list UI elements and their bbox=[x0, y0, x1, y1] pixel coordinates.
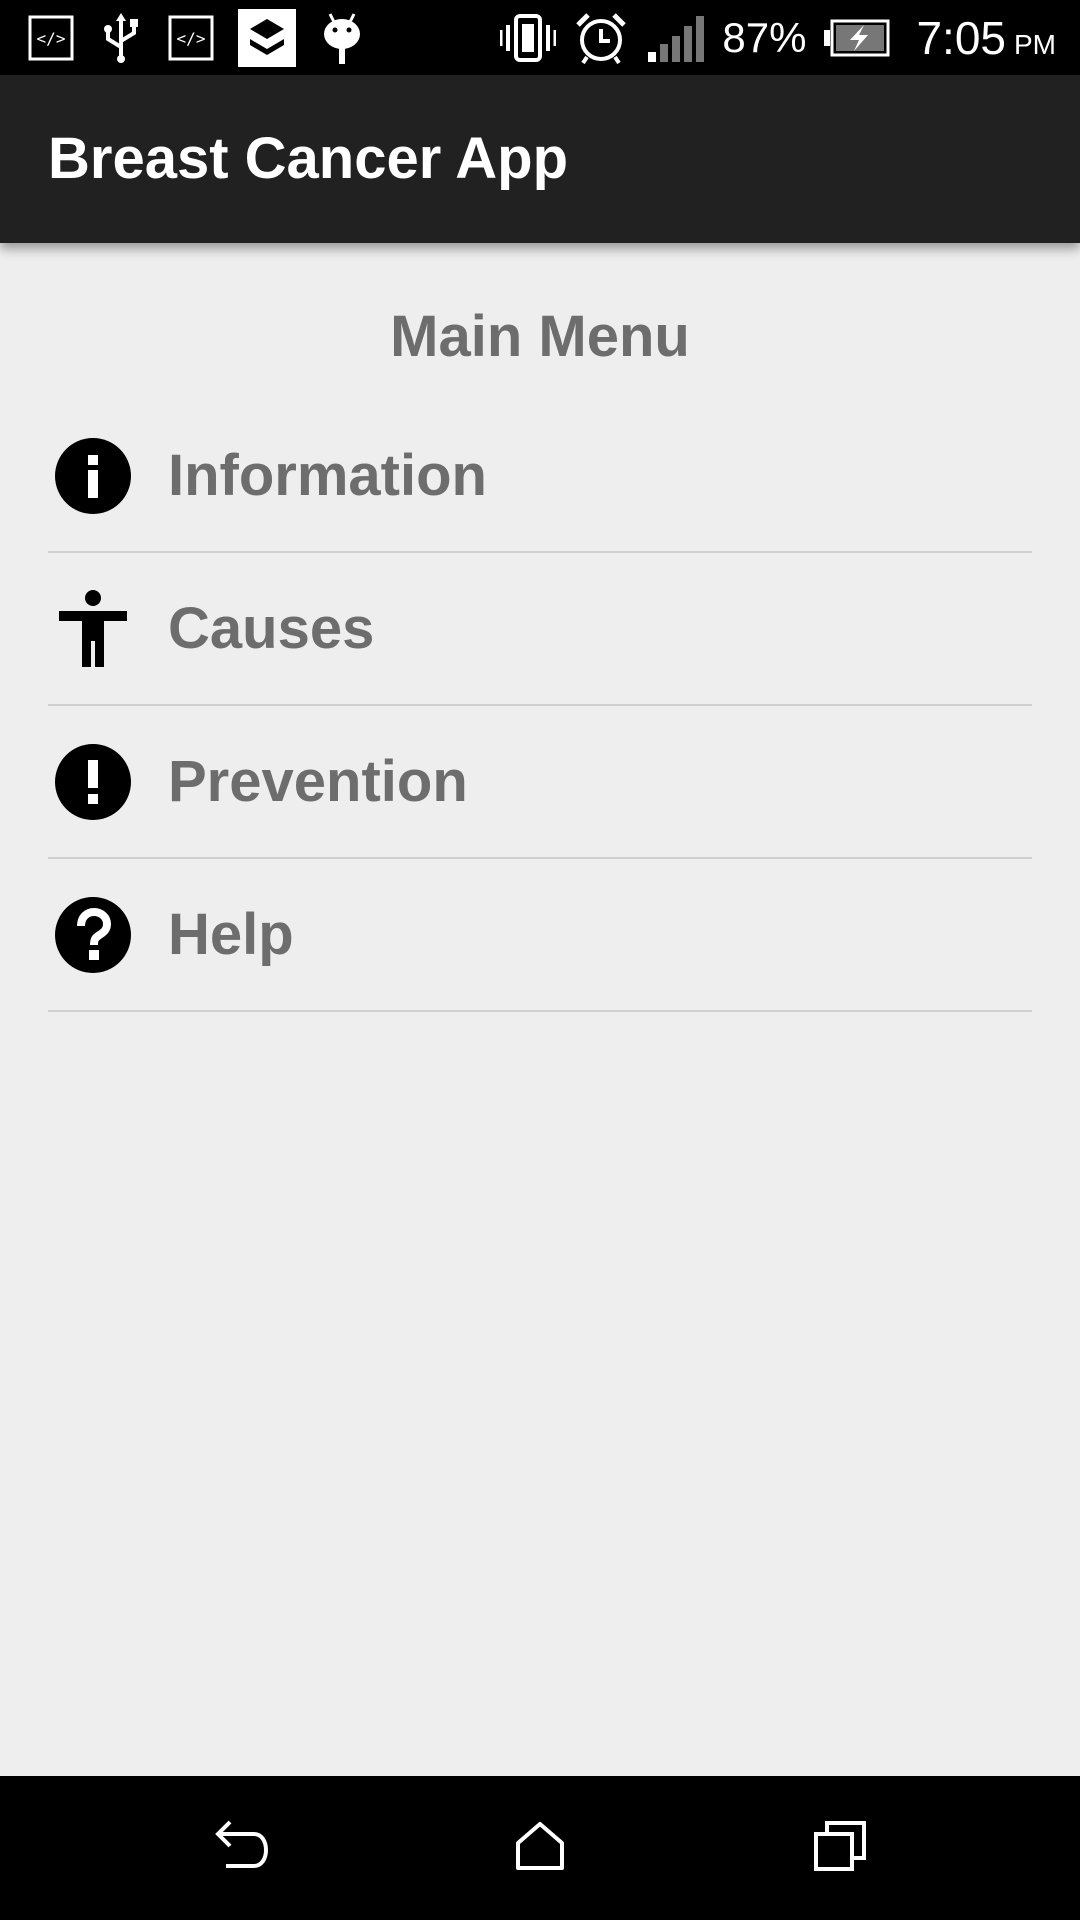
menu-item-information[interactable]: Information bbox=[48, 400, 1032, 553]
exclamation-icon bbox=[53, 742, 133, 822]
menu-item-label: Help bbox=[168, 902, 294, 967]
help-icon bbox=[53, 895, 133, 975]
vibrate-icon bbox=[500, 13, 557, 63]
navigation-bar bbox=[0, 1776, 1080, 1920]
status-bar-system: 87% 7:05 PM bbox=[500, 10, 1056, 66]
alarm-icon bbox=[574, 11, 628, 65]
menu-item-help[interactable]: Help bbox=[48, 859, 1032, 1012]
menu-item-label: Prevention bbox=[168, 749, 468, 814]
menu-item-causes[interactable]: Causes bbox=[48, 553, 1032, 706]
screen: </> </> 87% 7:05 PM Breast Cancer App Ma… bbox=[0, 0, 1080, 1920]
back-icon bbox=[210, 1818, 270, 1879]
main-content: Main Menu Information Causes Prevention … bbox=[0, 243, 1080, 1776]
menu-list: Information Causes Prevention Help bbox=[48, 400, 1032, 1012]
info-icon bbox=[53, 436, 133, 516]
android-icon bbox=[320, 10, 364, 66]
svg-text:</>: </> bbox=[37, 29, 66, 48]
recents-button[interactable] bbox=[804, 1812, 876, 1884]
home-button[interactable] bbox=[504, 1812, 576, 1884]
menu-item-label: Information bbox=[168, 443, 487, 508]
menu-item-label: Causes bbox=[168, 596, 375, 661]
clock-time: 7:05 bbox=[916, 12, 1006, 64]
page-title: Main Menu bbox=[390, 304, 690, 369]
code-icon: </> bbox=[28, 15, 74, 61]
clock-ampm: PM bbox=[1014, 29, 1056, 60]
battery-charging-icon bbox=[824, 19, 890, 57]
battery-percent: 87% bbox=[722, 14, 807, 61]
app-notification-icon bbox=[238, 9, 296, 67]
menu-item-prevention[interactable]: Prevention bbox=[48, 706, 1032, 859]
home-icon bbox=[514, 1821, 566, 1876]
usb-icon bbox=[98, 13, 144, 63]
code-icon: </> bbox=[168, 15, 214, 61]
app-title: Breast Cancer App bbox=[48, 126, 569, 191]
recents-icon bbox=[813, 1820, 867, 1877]
app-bar: Breast Cancer App bbox=[0, 75, 1080, 243]
svg-text:</>: </> bbox=[177, 29, 206, 48]
status-bar-notifications: </> </> bbox=[28, 9, 364, 67]
signal-icon bbox=[646, 14, 705, 62]
back-button[interactable] bbox=[204, 1812, 276, 1884]
clock: 7:05 PM bbox=[916, 11, 1056, 65]
status-bar: </> </> 87% 7:05 PM bbox=[0, 0, 1080, 75]
person-icon bbox=[53, 589, 133, 669]
